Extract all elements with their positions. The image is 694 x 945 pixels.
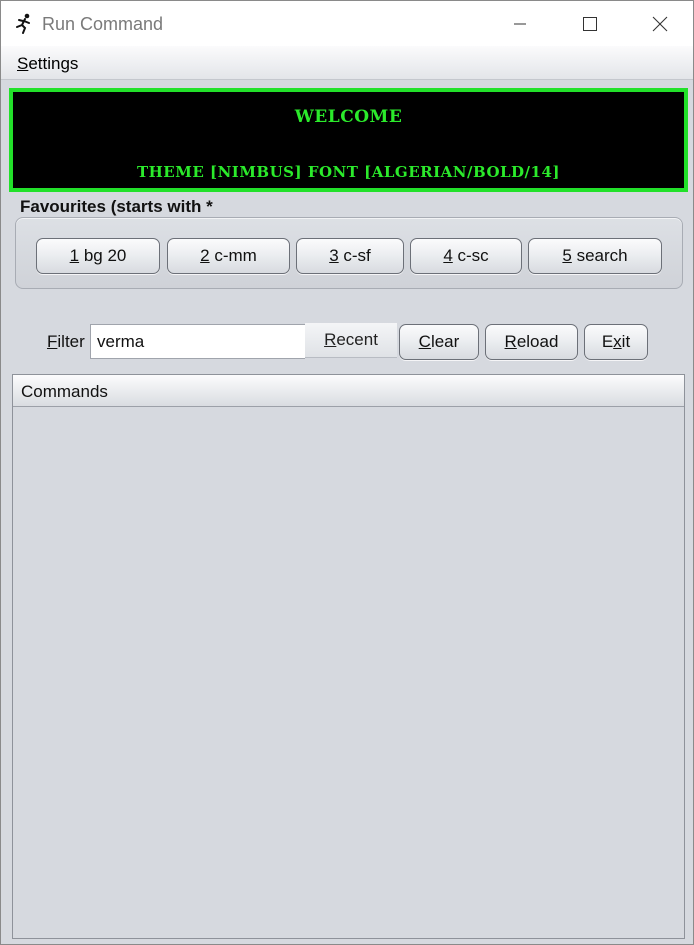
close-icon <box>652 16 668 31</box>
menu-bar: Settings <box>1 46 693 80</box>
reload-label: eload <box>516 332 559 351</box>
run-command-window: Run Command Settings WELCOME THEME [NIMB… <box>0 0 694 945</box>
banner-theme-text: THEME [NIMBUS] FONT [ALGERIAN/BOLD/14] <box>136 163 561 181</box>
recent-button[interactable]: Recent <box>305 323 397 358</box>
commands-column-header[interactable]: Commands <box>13 375 684 407</box>
minimize-icon <box>514 23 526 24</box>
favourite-2-label: c-mm <box>209 246 257 265</box>
filter-label: Filter <box>47 332 85 352</box>
favourite-5-label: search <box>571 246 628 265</box>
clear-button[interactable]: Clear <box>399 324 479 360</box>
filter-label-text: ilter <box>57 332 85 351</box>
favourite-button-3[interactable]: 3 c-sf <box>296 238 404 274</box>
recent-label: ecent <box>336 330 378 349</box>
banner-welcome-text: WELCOME <box>294 107 403 127</box>
favourite-3-label: c-sf <box>338 246 371 265</box>
maximize-button[interactable] <box>555 1 625 46</box>
title-bar[interactable]: Run Command <box>1 1 693 46</box>
reload-button[interactable]: Reload <box>485 324 578 360</box>
favourite-4-accel: 4 <box>443 246 453 265</box>
recent-accel: R <box>324 330 337 349</box>
clear-label: lear <box>430 332 460 351</box>
settings-menu-accel: S <box>17 54 29 73</box>
maximize-icon <box>583 16 597 31</box>
favourites-label: Favourites (starts with * <box>20 197 213 216</box>
filter-label-accel: F <box>47 332 58 351</box>
favourite-4-label: c-sc <box>452 246 489 265</box>
favourite-button-1[interactable]: 1 bg 20 <box>36 238 160 274</box>
favourite-2-accel: 2 <box>200 246 210 265</box>
favourite-button-4[interactable]: 4 c-sc <box>410 238 522 274</box>
settings-menu-label: ettings <box>28 54 79 73</box>
close-button[interactable] <box>625 1 694 46</box>
reload-accel: R <box>504 332 517 351</box>
favourite-3-accel: 3 <box>329 246 339 265</box>
favourite-1-label: bg 20 <box>79 246 127 265</box>
settings-menu[interactable]: Settings <box>17 54 78 74</box>
welcome-banner: WELCOME THEME [NIMBUS] FONT [ALGERIAN/BO… <box>9 88 688 192</box>
window-title: Run Command <box>42 14 164 34</box>
minimize-button[interactable] <box>485 1 555 46</box>
running-man-icon <box>13 12 35 34</box>
exit-accel: x <box>613 332 622 351</box>
favourite-1-accel: 1 <box>69 246 80 265</box>
favourite-5-accel: 5 <box>562 246 572 265</box>
exit-button[interactable]: Ex it <box>584 324 648 360</box>
clear-accel: C <box>418 332 431 351</box>
commands-table[interactable]: Commands <box>12 374 685 939</box>
favourite-button-5[interactable]: 5 search <box>528 238 662 274</box>
exit-label: it <box>621 332 631 351</box>
exit-pre: E <box>601 332 614 351</box>
filter-input[interactable] <box>90 324 305 359</box>
favourite-button-2[interactable]: 2 c-mm <box>167 238 290 274</box>
